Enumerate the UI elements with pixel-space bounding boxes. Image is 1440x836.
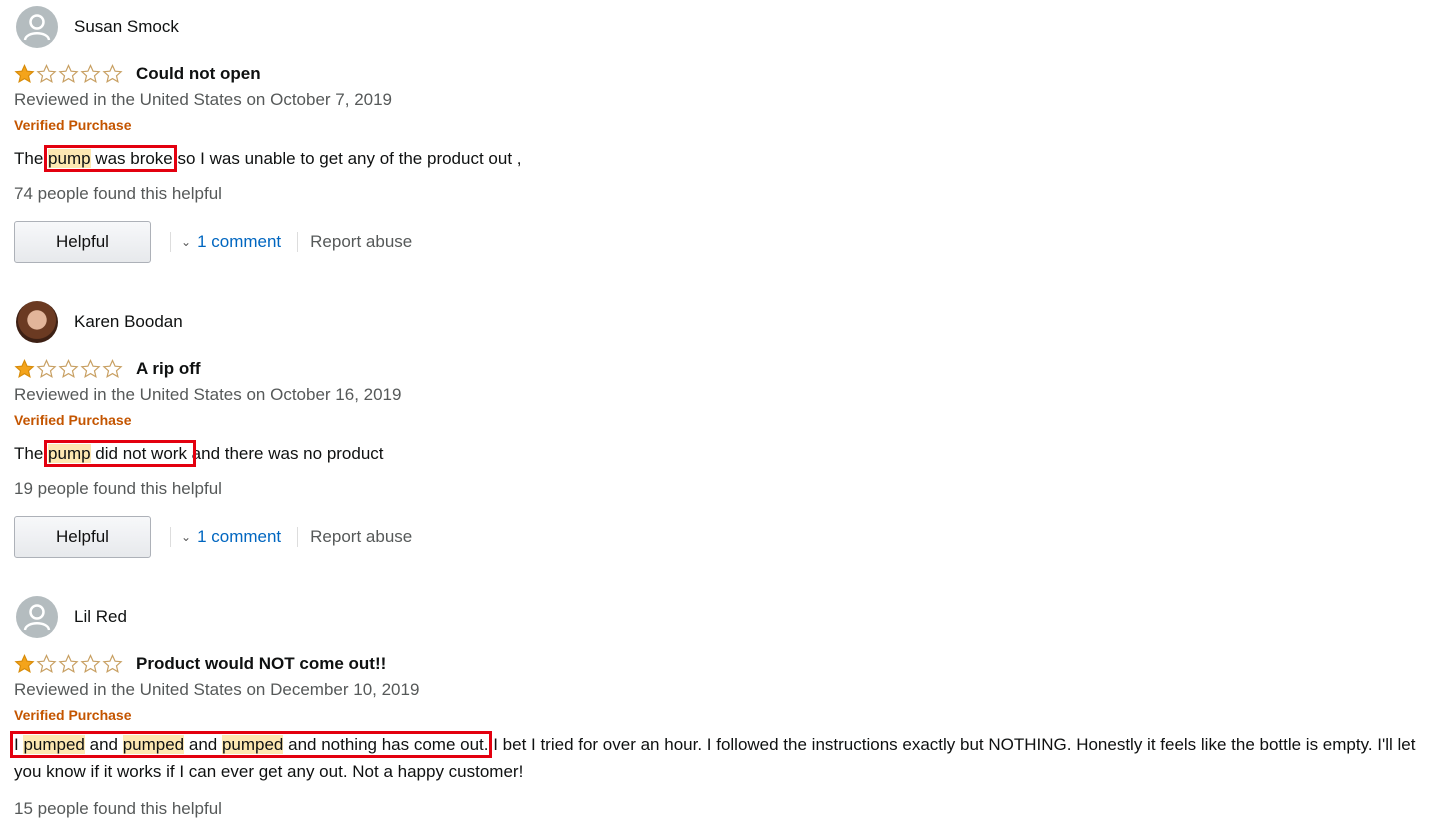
review-title[interactable]: Could not open	[136, 64, 261, 84]
helpful-button[interactable]: Helpful	[14, 221, 151, 263]
helpful-count: 15 people found this helpful	[14, 799, 222, 818]
review-date: Reviewed in the United States on Decembe…	[14, 680, 420, 699]
reviewer-profile[interactable]: Susan Smock	[14, 6, 1434, 48]
body-text: so I was unable to get any of the produc…	[172, 149, 522, 168]
verified-purchase-badge[interactable]: Verified Purchase	[14, 412, 1434, 428]
body-text: did not work	[90, 444, 192, 463]
highlighted-word: pump	[48, 149, 91, 168]
highlight-box: I pumped and pumped and pumped and nothi…	[9, 731, 493, 758]
body-text: and	[184, 735, 222, 754]
star-empty-icon	[80, 64, 101, 84]
reviewer-profile[interactable]: Karen Boodan	[14, 301, 1434, 343]
star-empty-icon	[102, 359, 123, 379]
report-abuse-link[interactable]: Report abuse	[310, 232, 412, 252]
star-rating[interactable]	[14, 64, 123, 84]
body-text: The	[14, 149, 49, 168]
comments-label[interactable]: 1 comment	[197, 527, 281, 547]
star-empty-icon	[58, 359, 79, 379]
body-text: The	[14, 444, 49, 463]
body-text: and nothing has come out.	[283, 735, 489, 754]
divider	[170, 527, 171, 547]
comments-link[interactable]: ⌄ 1 comment	[181, 527, 281, 547]
photo-avatar-icon	[16, 301, 58, 343]
divider	[297, 232, 299, 252]
review-date: Reviewed in the United States on October…	[14, 90, 393, 109]
divider	[170, 232, 171, 252]
body-text: was broke	[90, 149, 173, 168]
comments-link[interactable]: ⌄ 1 comment	[181, 232, 281, 252]
helpful-button[interactable]: Helpful	[14, 516, 151, 558]
star-filled-icon	[14, 359, 35, 379]
star-empty-icon	[58, 64, 79, 84]
helpful-count: 74 people found this helpful	[14, 184, 222, 203]
body-text: and there was no product	[191, 444, 384, 463]
star-empty-icon	[80, 654, 101, 674]
star-empty-icon	[80, 359, 101, 379]
review-title[interactable]: A rip off	[136, 359, 201, 379]
star-empty-icon	[36, 64, 57, 84]
review-body: The pump was broke so I was unable to ge…	[14, 145, 1434, 172]
star-rating[interactable]	[14, 359, 123, 379]
highlight-box: pump was broke	[44, 145, 177, 172]
review: Karen Boodan A rip off Reviewed in the U…	[14, 301, 1434, 558]
verified-purchase-badge[interactable]: Verified Purchase	[14, 707, 1434, 723]
body-text: and	[84, 735, 123, 754]
highlighted-word: pumped	[122, 735, 185, 754]
highlighted-word: pumped	[221, 735, 284, 754]
star-empty-icon	[102, 64, 123, 84]
comments-label[interactable]: 1 comment	[197, 232, 281, 252]
default-avatar-icon	[16, 596, 58, 638]
star-filled-icon	[14, 654, 35, 674]
star-empty-icon	[36, 359, 57, 379]
review-body: I pumped and pumped and pumped and nothi…	[9, 731, 1434, 785]
chevron-down-icon: ⌄	[181, 235, 192, 249]
reviewer-profile[interactable]: Lil Red	[14, 596, 1434, 638]
highlighted-word: pumped	[23, 735, 85, 754]
default-avatar-icon	[16, 6, 58, 48]
star-empty-icon	[36, 654, 57, 674]
verified-purchase-badge[interactable]: Verified Purchase	[14, 117, 1434, 133]
star-filled-icon	[14, 64, 35, 84]
review: Susan Smock Could not open Reviewed in t…	[14, 6, 1434, 263]
review-title[interactable]: Product would NOT come out!!	[136, 654, 386, 674]
star-empty-icon	[102, 654, 123, 674]
review: Lil Red Product would NOT come out!! Rev…	[9, 596, 1434, 819]
chevron-down-icon: ⌄	[181, 530, 192, 544]
report-abuse-link[interactable]: Report abuse	[310, 527, 412, 547]
review-body: The pump did not work and there was no p…	[14, 440, 1434, 467]
star-empty-icon	[58, 654, 79, 674]
reviewer-name[interactable]: Lil Red	[74, 607, 127, 627]
star-rating[interactable]	[14, 654, 123, 674]
highlight-box: pump did not work	[44, 440, 196, 467]
helpful-count: 19 people found this helpful	[14, 479, 222, 498]
reviewer-name[interactable]: Karen Boodan	[74, 312, 183, 332]
divider	[297, 527, 299, 547]
reviewer-name[interactable]: Susan Smock	[74, 17, 179, 37]
review-date: Reviewed in the United States on October…	[14, 385, 402, 404]
highlighted-word: pump	[48, 444, 91, 463]
